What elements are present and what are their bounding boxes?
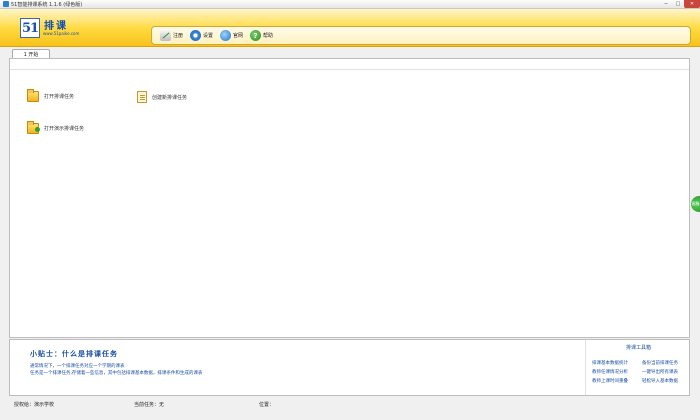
- website-button[interactable]: 官网: [220, 30, 243, 41]
- create-task-action[interactable]: 创建新排课任务: [137, 91, 187, 103]
- help-button[interactable]: ? 帮助: [250, 30, 273, 41]
- tool-link-teacher-analysis[interactable]: 教师任课情况分析: [592, 369, 638, 375]
- settings-label: 设置: [203, 33, 214, 39]
- status-bar: 授权给：演示学校 当前任务：无 位置：: [0, 398, 700, 410]
- window-titlebar: 51智能排课系统 1.1.6 (绿色版) ─ □ ✕: [0, 0, 700, 9]
- create-task-label: 创建新排课任务: [152, 94, 188, 101]
- open-folder-icon: [27, 89, 39, 102]
- tip-line-1: 通常情况下，一个排课任务对应一个学期的课表: [30, 364, 125, 369]
- toolbox-links: 排课基本数据统计 备份当前排课任务 教师任课情况分析 一键导出所有课表 教师上课…: [592, 360, 688, 384]
- tip-title: 小贴士：什么是排课任务: [30, 349, 118, 358]
- tip-line-2: 任务是一个排课任务,存储着一些信息，其中包括排课基本数据，排课条件和生成的课表: [30, 371, 203, 376]
- status-location: 位置：: [259, 401, 275, 408]
- open-demo-task-action[interactable]: 打开演示排课任务: [27, 121, 85, 134]
- logo-url: www.51paike.com: [43, 31, 80, 36]
- settings-button[interactable]: 设置: [190, 30, 213, 41]
- panel-divider: [10, 69, 689, 70]
- tool-link-data-stats[interactable]: 排课基本数据统计: [592, 360, 638, 366]
- toolbox-title: 排课工具箱: [625, 345, 651, 351]
- main-toolbar: 注册 设置 官网 ? 帮助: [151, 26, 691, 45]
- close-button[interactable]: ✕: [684, 0, 700, 8]
- toolbox: 排课工具箱 排课基本数据统计 备份当前排课任务 教师任课情况分析 一键导出所有课…: [585, 340, 691, 395]
- minimize-button[interactable]: ─: [660, 0, 672, 8]
- app-header: 51 排课 www.51paike.com 注册 设置 官网 ? 帮助: [0, 9, 700, 47]
- help-icon: ?: [250, 30, 262, 41]
- settings-icon: [190, 30, 202, 41]
- register-label: 注册: [173, 33, 184, 39]
- new-document-icon: [137, 91, 147, 103]
- window-title: 51智能排课系统 1.1.6 (绿色版): [11, 1, 83, 8]
- status-school: 授权给：演示学校: [14, 401, 55, 408]
- open-task-label: 打开排课任务: [44, 94, 75, 100]
- customer-service-tab[interactable]: 客服: [691, 196, 700, 212]
- register-button[interactable]: 注册: [160, 30, 183, 41]
- open-task-action[interactable]: 打开排课任务: [27, 89, 75, 102]
- demo-folder-icon: [27, 121, 40, 134]
- register-icon: [160, 30, 171, 41]
- logo-name: 排课: [44, 21, 68, 32]
- website-icon: [220, 30, 232, 41]
- status-current-task: 当前任务：无: [134, 401, 165, 408]
- tool-link-import-data[interactable]: 轻松导入基本数据: [642, 378, 688, 384]
- tool-link-teacher-overlap[interactable]: 教师上课时间重叠: [592, 378, 638, 384]
- tab-bar: 1 开始: [0, 47, 700, 58]
- logo: 51 排课 www.51paike.com: [20, 15, 90, 41]
- open-demo-task-label: 打开演示排课任务: [44, 126, 85, 132]
- start-panel: 打开排课任务 创建新排课任务 打开演示排课任务: [9, 58, 690, 338]
- tips-panel: 小贴士：什么是排课任务 通常情况下，一个排课任务对应一个学期的课表 任务是一个排…: [9, 339, 690, 396]
- tool-link-backup-task[interactable]: 备份当前排课任务: [642, 360, 688, 366]
- logo-mark: 51: [20, 18, 40, 38]
- tool-link-export-all[interactable]: 一键导出所有课表: [642, 369, 688, 375]
- website-label: 官网: [233, 33, 244, 39]
- help-label: 帮助: [263, 33, 274, 39]
- maximize-button[interactable]: □: [672, 0, 684, 8]
- app-icon: [3, 1, 9, 7]
- tab-start[interactable]: 1 开始: [12, 49, 50, 58]
- window-controls: ─ □ ✕: [660, 0, 700, 8]
